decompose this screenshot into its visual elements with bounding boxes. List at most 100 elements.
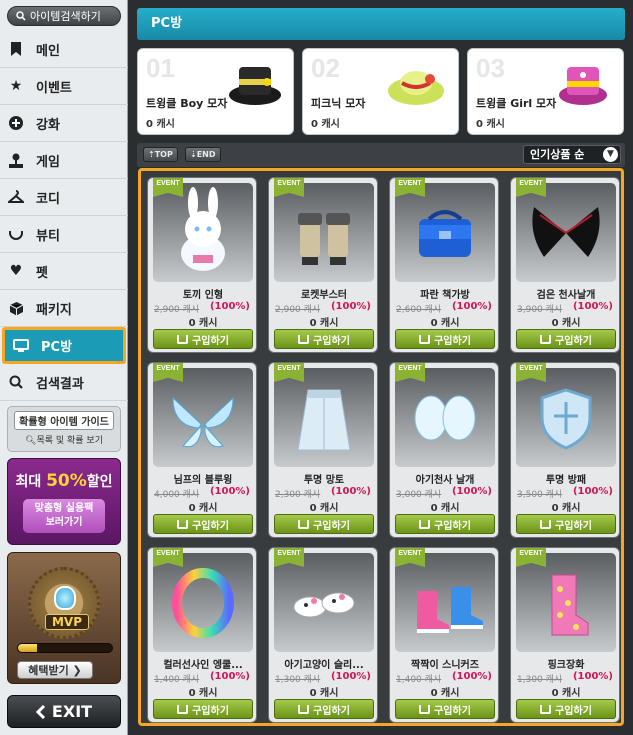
product-name: 검은 천사날개 (536, 290, 596, 301)
discount-rate: (100%) (451, 301, 492, 312)
sidebar-item-label: 검색결과 (36, 376, 84, 392)
sidebar-item-pet[interactable]: ♥ 펫 (0, 253, 128, 290)
cart-icon (298, 519, 310, 529)
product-name: 아기천사 날개 (415, 475, 475, 486)
product-card[interactable]: EVENT 로켓부스터 2,900 캐시 (100%) 0 캐시 구입하기 (268, 177, 378, 353)
sidebar-item-pc-bang[interactable]: PC방 (2, 327, 126, 364)
exit-label: EXIT (51, 702, 93, 721)
sidebar-item-package[interactable]: 패키지 (0, 290, 128, 327)
buy-button[interactable]: 구입하기 (153, 699, 253, 719)
buy-button[interactable]: 구입하기 (274, 699, 374, 719)
list-toolbar: ⇡TOP ⇣END 인기상품 순 ▼ (137, 143, 625, 167)
buy-button[interactable]: 구입하기 (153, 514, 253, 534)
cart-icon (177, 704, 189, 714)
discount-rate: (100%) (209, 486, 250, 497)
product-name: 님프의 블루윙 (173, 475, 233, 486)
cart-icon (540, 334, 552, 344)
sidebar-item-main[interactable]: 메인 (0, 31, 128, 68)
mvp-benefits-button[interactable]: 혜택받기 ❯ (17, 661, 93, 679)
buy-button[interactable]: 구입하기 (395, 699, 495, 719)
top-item-card[interactable]: 02 피크닉 모자 0 캐시 (302, 48, 459, 135)
sidebar-item-event[interactable]: ★ 이벤트 (0, 68, 128, 105)
product-card[interactable]: EVENT 아기천사 날개 3,000 캐시 (100%) 0 캐시 구입하기 (389, 362, 499, 538)
cart-icon (177, 334, 189, 344)
plus-circle-icon (8, 115, 24, 131)
discount-rate: (100%) (330, 486, 371, 497)
product-name: 핑크장화 (547, 660, 585, 671)
product-card[interactable]: EVENT 핑크장화 1,300 캐시 (100%) 0 캐시 구입하기 (510, 547, 620, 723)
sidebar-item-codi[interactable]: 코디 (0, 179, 128, 216)
promo-view-button[interactable]: 맞춤형 실용팩 보러가기 (23, 499, 105, 533)
nymph-wings-icon (153, 368, 253, 467)
guide-title: 확률형 아이템 가이드 (14, 411, 114, 430)
product-card[interactable]: EVENT 아기고양이 슬리... 1,300 캐시 (100%) 0 캐시 구입하기 (268, 547, 378, 723)
sale-price: 0 캐시 (430, 318, 460, 329)
sale-price: 0 캐시 (188, 503, 218, 514)
item-search-button[interactable]: 아이템검색하기 (7, 6, 121, 26)
exit-button[interactable]: EXIT (7, 695, 121, 728)
buy-button[interactable]: 구입하기 (153, 329, 253, 349)
mvp-progress-bar (17, 643, 113, 653)
buy-button[interactable]: 구입하기 (516, 329, 616, 349)
product-card[interactable]: EVENT 투명 방패 3,500 캐시 (100%) 0 캐시 구입하기 (510, 362, 620, 538)
sidebar-item-enhance[interactable]: 강화 (0, 105, 128, 142)
star-icon: ★ (9, 78, 23, 94)
cart-icon (298, 704, 310, 714)
box-icon (8, 300, 24, 316)
sidebar-item-label: 패키지 (36, 302, 72, 318)
product-card[interactable]: EVENT 검은 천사날개 3,900 캐시 (100%) 0 캐시 구입하기 (510, 177, 620, 353)
buy-button[interactable]: 구입하기 (274, 514, 374, 534)
sidebar-item-beauty[interactable]: 뷰티 (0, 216, 128, 253)
sale-price: 0 캐시 (551, 688, 581, 699)
buy-button[interactable]: 구입하기 (274, 329, 374, 349)
cart-icon (419, 704, 431, 714)
top-item-card[interactable]: 03 트윙클 Girl 모자 0 캐시 (467, 48, 624, 135)
probability-guide-link[interactable]: 확률형 아이템 가이드 🔍︎목록 및 확률 보기 (7, 406, 121, 452)
rabbit-doll-icon (153, 183, 253, 282)
scroll-end-button[interactable]: ⇣END (185, 147, 221, 162)
product-grid-frame: EVENT 토끼 인형 2,900 캐시 (100%) 0 캐시 구입하기 EVENT 로켓부… (138, 168, 624, 726)
product-card[interactable]: EVENT 토끼 인형 2,900 캐시 (100%) 0 캐시 구입하기 (147, 177, 257, 353)
sort-dropdown[interactable]: 인기상품 순 ▼ (523, 145, 621, 164)
rank-number: 03 (476, 53, 505, 83)
buy-button[interactable]: 구입하기 (395, 329, 495, 349)
sidebar-item-game[interactable]: 게임 (0, 142, 128, 179)
top-item-price: 0 캐시 (476, 119, 505, 130)
bookmark-icon (8, 41, 24, 57)
pink-boots-icon (516, 553, 616, 652)
transparent-cape-icon (274, 368, 374, 467)
product-card[interactable]: EVENT 님프의 블루윙 4,000 캐시 (100%) 0 캐시 구입하기 (147, 362, 257, 538)
top-item-name: 트윙클 Girl 모자 (476, 97, 557, 110)
product-name: 투명 망토 (303, 475, 345, 486)
buy-button[interactable]: 구입하기 (395, 514, 495, 534)
smile-icon (8, 226, 24, 242)
product-card[interactable]: EVENT 투명 망토 2,300 캐시 (100%) 0 캐시 구입하기 (268, 362, 378, 538)
product-name: 짝짝이 스니커즈 (411, 660, 479, 671)
heart-icon: ♥ (9, 263, 23, 279)
cart-icon (540, 704, 552, 714)
promo-percent: 50% (46, 471, 87, 491)
product-grid: EVENT 토끼 인형 2,900 캐시 (100%) 0 캐시 구입하기 EVENT 로켓부… (147, 177, 621, 723)
scroll-top-button[interactable]: ⇡TOP (143, 147, 178, 162)
product-name: 로켓부스터 (301, 290, 347, 301)
top-item-name: 트윙클 Boy 모자 (146, 97, 228, 110)
mvp-banner: MVP 혜택받기 ❯ (7, 552, 121, 684)
product-name: 파란 책가방 (420, 290, 470, 301)
buy-button[interactable]: 구입하기 (516, 699, 616, 719)
cart-icon (419, 334, 431, 344)
sidebar-item-label: 이벤트 (36, 80, 72, 96)
hanger-icon (8, 189, 24, 205)
search-icon (8, 374, 24, 390)
gem-icon (54, 586, 76, 610)
discount-rate: (100%) (209, 671, 250, 682)
sidebar-item-label: 뷰티 (36, 228, 60, 244)
product-card[interactable]: EVENT 짝짝이 스니커즈 1,400 캐시 (100%) 0 캐시 구입하기 (389, 547, 499, 723)
sale-price: 0 캐시 (430, 688, 460, 699)
buy-button[interactable]: 구입하기 (516, 514, 616, 534)
chevron-left-icon (35, 704, 45, 719)
discount-promo-banner[interactable]: 최대 50%할인 맞춤형 실용팩 보러가기 (7, 458, 121, 545)
top-item-card[interactable]: 01 트윙클 Boy 모자 0 캐시 (137, 48, 294, 135)
sidebar-item-search-results[interactable]: 검색결과 (0, 364, 128, 401)
product-card[interactable]: EVENT 컬러선사인 엥쿨... 1,400 캐시 (100%) 0 캐시 구입하기 (147, 547, 257, 723)
product-card[interactable]: EVENT 파란 책가방 2,600 캐시 (100%) 0 캐시 구입하기 (389, 177, 499, 353)
